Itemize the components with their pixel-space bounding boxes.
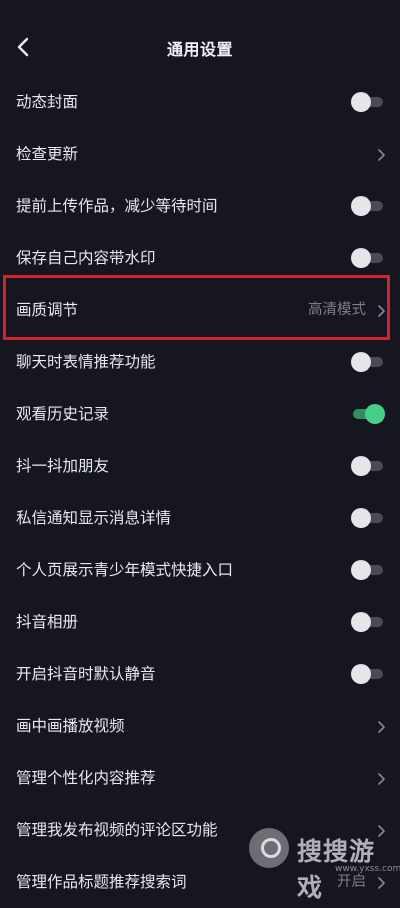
settings-row[interactable]: 抖一抖加朋友: [0, 440, 400, 492]
settings-row[interactable]: 画质调节 高清模式: [0, 284, 400, 336]
settings-row-label: 管理我发布视频的评论区功能: [16, 821, 218, 839]
search-logo-icon: [249, 828, 289, 868]
settings-row[interactable]: 个人页展示青少年模式快捷入口: [0, 544, 400, 596]
settings-row-label: 管理个性化内容推荐: [16, 769, 156, 787]
settings-row-label: 开启抖音时默认静音: [16, 665, 156, 683]
toggle-switch[interactable]: [351, 612, 385, 632]
chevron-right-icon: [376, 147, 386, 161]
settings-row[interactable]: 保存自己内容带水印: [0, 232, 400, 284]
toggle-switch[interactable]: [351, 196, 385, 216]
settings-row-label: 私信通知显示消息详情: [16, 509, 172, 527]
chevron-right-icon: [376, 771, 386, 785]
settings-row[interactable]: 管理个性化内容推荐: [0, 752, 400, 804]
settings-row[interactable]: 提前上传作品，减少等待时间: [0, 180, 400, 232]
settings-row[interactable]: 开启抖音时默认静音: [0, 648, 400, 700]
settings-row-label: 画中画播放视频: [16, 717, 125, 735]
settings-row[interactable]: 检查更新: [0, 128, 400, 180]
chevron-right-icon: [376, 303, 386, 317]
settings-row[interactable]: 聊天时表情推荐功能: [0, 336, 400, 388]
settings-list: 动态封面检查更新提前上传作品，减少等待时间 保存自己内容带水印 画质调节 高清模式聊天…: [0, 76, 400, 908]
toggle-switch[interactable]: [351, 92, 385, 112]
toggle-switch[interactable]: [351, 248, 385, 268]
settings-row-label: 画质调节: [16, 301, 79, 319]
settings-row-label: 聊天时表情推荐功能: [16, 353, 156, 371]
settings-row-label: 个人页展示青少年模式快捷入口: [16, 561, 234, 579]
toggle-switch[interactable]: [351, 456, 385, 476]
toggle-switch[interactable]: [351, 560, 385, 580]
watermark-url: www.yxss.com: [335, 864, 400, 874]
settings-row-label: 动态封面: [16, 93, 79, 111]
toggle-switch[interactable]: [351, 404, 385, 424]
settings-row-label: 检查更新: [16, 145, 79, 163]
toggle-switch[interactable]: [351, 508, 385, 528]
page-title: 通用设置: [166, 40, 233, 59]
settings-row-label: 抖音相册: [16, 613, 79, 631]
settings-row-label: 管理作品标题推荐搜索词: [16, 873, 187, 891]
settings-row-label: 保存自己内容带水印: [16, 249, 156, 267]
toggle-switch[interactable]: [351, 352, 385, 372]
settings-row-label: 观看历史记录: [16, 405, 110, 423]
settings-row[interactable]: 抖音相册: [0, 596, 400, 648]
settings-row-label: 提前上传作品，减少等待时间: [16, 197, 218, 215]
settings-row[interactable]: 私信通知显示消息详情: [0, 492, 400, 544]
settings-row[interactable]: 画中画播放视频: [0, 700, 400, 752]
watermark-logo: 搜搜游戏 www.yxss.com: [245, 822, 400, 902]
settings-row-label: 抖一抖加朋友: [16, 457, 110, 475]
settings-row-value: 高清模式: [308, 302, 366, 318]
chevron-right-icon: [376, 719, 386, 733]
toggle-switch[interactable]: [351, 664, 385, 684]
settings-row[interactable]: 观看历史记录: [0, 388, 400, 440]
settings-row[interactable]: 动态封面: [0, 76, 400, 128]
